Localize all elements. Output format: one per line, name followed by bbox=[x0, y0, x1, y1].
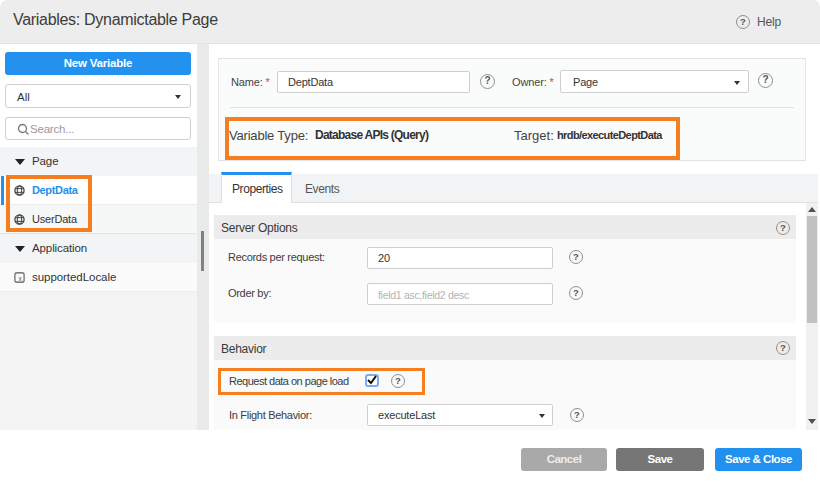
svg-text:x: x bbox=[19, 275, 23, 282]
